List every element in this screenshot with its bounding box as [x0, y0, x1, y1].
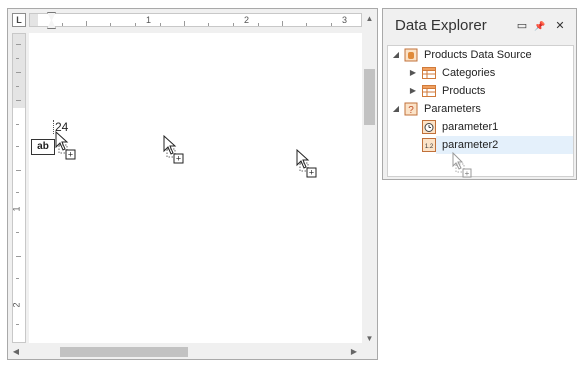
ruler-tick: [16, 256, 21, 257]
ruler-tick: [16, 100, 21, 101]
label-control-icon: ab: [31, 139, 55, 155]
scroll-down-icon[interactable]: ▼: [363, 333, 376, 345]
horizontal-scrollbar[interactable]: ◀ ▶: [8, 345, 363, 358]
ruler-margin-shade: [30, 14, 38, 26]
tree-node-label: parameter1: [442, 121, 499, 133]
tree-node-products[interactable]: ▶ Products: [388, 82, 573, 100]
ruler-tick: [16, 58, 19, 59]
report-canvas[interactable]: 24 ab + + +: [29, 33, 362, 343]
ruler-tick: [16, 278, 19, 279]
ruler-tick: [208, 23, 209, 26]
collapse-arrow-icon[interactable]: ◢: [391, 46, 401, 64]
ruler-tick: [160, 23, 161, 26]
data-explorer-panel: Data Explorer ▭ 📌 ✕ ◢ Products Data Sour…: [382, 8, 577, 180]
expand-arrow-icon[interactable]: ▶: [408, 82, 418, 100]
vertical-scroll-thumb[interactable]: [364, 69, 375, 125]
vertical-ruler: 1 2: [12, 33, 26, 343]
scroll-right-icon[interactable]: ▶: [348, 345, 360, 358]
ruler-tick: [135, 23, 136, 26]
tree-node-label: Categories: [442, 67, 496, 79]
database-icon: [404, 48, 418, 62]
scroll-left-icon[interactable]: ◀: [10, 345, 22, 358]
panel-title: Data Explorer: [395, 17, 487, 34]
drag-cursor-icon: +: [55, 131, 76, 160]
table-icon: [422, 85, 436, 97]
horizontal-scroll-thumb[interactable]: [60, 347, 188, 357]
ruler-corner-button[interactable]: L: [12, 13, 26, 27]
tree-node-categories[interactable]: ▶ Categories: [388, 64, 573, 82]
drag-cursor-icon: +: [452, 152, 472, 178]
collapse-arrow-icon[interactable]: ◢: [391, 100, 401, 118]
ruler-label-2: 2: [244, 15, 250, 25]
ruler-tick: [16, 86, 19, 87]
tree-node-data-source[interactable]: ◢ Products Data Source: [388, 46, 573, 64]
ruler-tick: [62, 23, 63, 26]
tree-node-parameters[interactable]: ◢ ? Parameters: [388, 100, 573, 118]
ruler-tick: [184, 21, 185, 26]
close-icon[interactable]: ✕: [553, 19, 567, 33]
ruler-tick: [233, 23, 234, 26]
table-icon: [422, 67, 436, 79]
ruler-tick: [282, 21, 283, 26]
ruler-tick: [16, 72, 21, 73]
field-list-tree[interactable]: ◢ Products Data Source ▶ Categories ▶ Pr…: [387, 45, 574, 178]
tree-node-label: Parameters: [424, 103, 481, 115]
svg-text:?: ?: [408, 105, 414, 116]
svg-text:1.2: 1.2: [425, 144, 434, 150]
datetime-parameter-icon: [422, 120, 436, 134]
ruler-tick: [16, 192, 19, 193]
drag-cursor-icon: +: [163, 135, 184, 164]
drag-cursor-icon: +: [296, 149, 317, 178]
ruler-label-3: 3: [342, 15, 348, 25]
maximize-icon[interactable]: ▭: [515, 19, 529, 33]
scroll-up-icon[interactable]: ▲: [363, 13, 376, 25]
ruler-label-1: 1: [12, 206, 22, 212]
ruler-tick: [16, 124, 19, 125]
ruler-tick: [86, 21, 87, 26]
tree-node-label: Products: [442, 85, 486, 97]
ruler-tick: [16, 324, 19, 325]
ruler-tick: [258, 23, 259, 26]
ruler-label-1: 1: [146, 15, 152, 25]
ruler-tick: [110, 23, 111, 26]
ruler-tick: [16, 170, 21, 171]
ruler-label-2: 2: [12, 302, 22, 308]
ruler-tick: [331, 23, 332, 26]
tree-node-label: Products Data Source: [424, 49, 532, 61]
svg-text:+: +: [465, 169, 470, 178]
ruler-margin-shade: [13, 34, 25, 108]
pin-icon[interactable]: 📌: [533, 19, 547, 33]
vertical-scrollbar[interactable]: ▲ ▼: [363, 13, 376, 345]
svg-text:+: +: [68, 150, 73, 160]
expand-arrow-icon[interactable]: ▶: [408, 64, 418, 82]
tree-node-parameter1[interactable]: parameter1: [388, 118, 573, 136]
ruler-tick: [306, 23, 307, 26]
horizontal-ruler: 1 2 3: [29, 13, 362, 27]
ruler-tick: [16, 146, 19, 147]
report-designer-panel: L 1 2 3 1 2 24 ab + + + ▲ ▼ ◀ ▶: [7, 8, 378, 360]
ruler-tick: [16, 44, 21, 45]
ruler-tick: [16, 232, 19, 233]
svg-text:+: +: [309, 168, 314, 178]
float-parameter-icon: 1.2: [422, 138, 436, 152]
svg-text:+: +: [176, 154, 181, 164]
parameters-folder-icon: ?: [404, 102, 418, 116]
